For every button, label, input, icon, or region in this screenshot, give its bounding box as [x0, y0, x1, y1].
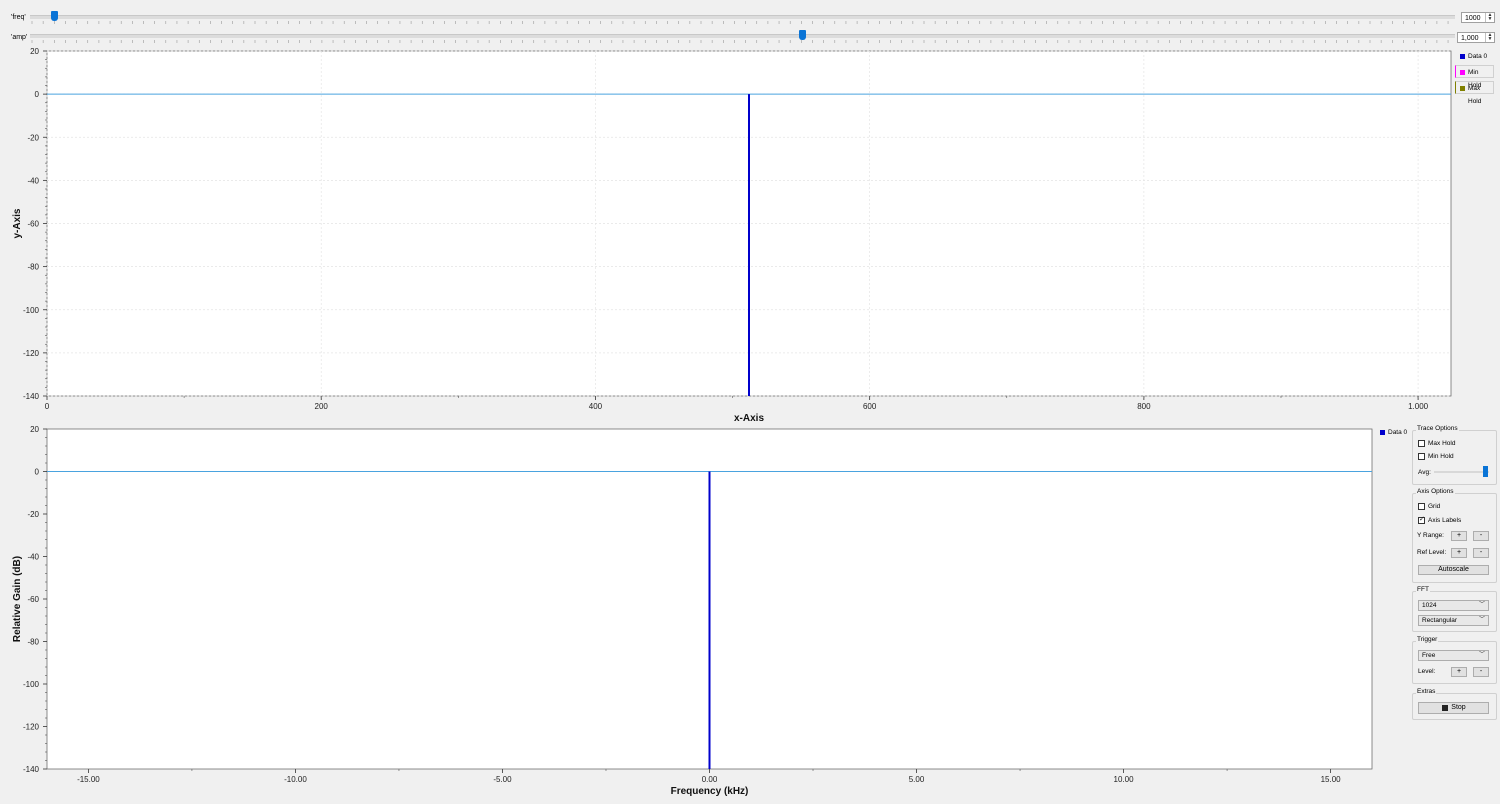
x-tick-label: 10.00	[1114, 775, 1135, 784]
fft-window-value: Rectangular	[1422, 617, 1458, 624]
amp-slider[interactable]	[30, 34, 1455, 38]
x-tick-label: 5.00	[909, 775, 925, 784]
max-hold-label: Max Hold	[1428, 440, 1456, 447]
freq-slider[interactable]	[30, 15, 1455, 19]
legend-swatch	[1460, 86, 1465, 91]
freq-slider-ticks	[31, 21, 1449, 24]
y-tick-label: -120	[23, 349, 40, 358]
y-tick-label: -40	[27, 176, 39, 185]
x-tick-label: 800	[1137, 402, 1151, 411]
axis-options-title: Axis Options	[1416, 488, 1455, 495]
y-tick-label: -140	[23, 392, 40, 401]
amp-value: 1,000	[1461, 35, 1479, 42]
axis-labels-checkbox[interactable]	[1418, 515, 1425, 524]
y-range-plus-button[interactable]: +	[1451, 531, 1467, 541]
y-tick-label: 0	[35, 90, 40, 99]
y-tick-label: -60	[27, 595, 39, 604]
legend-swatch	[1460, 54, 1465, 59]
stop-button[interactable]: Stop	[1418, 702, 1489, 714]
legend-label: Data 0	[1468, 53, 1488, 60]
trigger-group	[1412, 641, 1497, 684]
x-axis-label: Frequency (kHz)	[671, 786, 749, 797]
extras-title: Extras	[1416, 688, 1437, 695]
fft-size-select[interactable]: 1024 ﹀	[1418, 600, 1489, 611]
y-range-label: Y Range:	[1417, 532, 1444, 539]
grid-label: Grid	[1428, 503, 1441, 510]
time-plot: 200-20-40-60-80-100-120-1400 200 400 600 800…	[12, 47, 1452, 424]
trigger-mode-select[interactable]: Free ﹀	[1418, 650, 1489, 661]
y-tick-label: 20	[30, 47, 39, 56]
x-tick-label: 1.000	[1408, 402, 1429, 411]
min-hold-label: Min Hold	[1428, 453, 1454, 460]
y-tick-label: -100	[23, 680, 40, 689]
y-tick-label: -40	[27, 553, 39, 562]
trigger-title: Trigger	[1416, 636, 1439, 643]
chevron-down-icon: ﹀	[1478, 602, 1485, 608]
freq-slider-handle[interactable]	[51, 11, 58, 21]
chevron-down-icon: ﹀	[1478, 617, 1485, 623]
amp-slider-label: 'amp'	[11, 34, 28, 41]
y-tick-label: -140	[23, 765, 40, 774]
grid-checkbox[interactable]	[1418, 503, 1425, 510]
trigger-level-plus-button[interactable]: +	[1451, 667, 1467, 677]
y-tick-label: -80	[27, 263, 39, 272]
x-tick-label: -5.00	[493, 775, 512, 784]
trigger-level-label: Level:	[1418, 668, 1436, 675]
ref-level-minus-button[interactable]: -	[1473, 548, 1489, 558]
legend-swatch	[1380, 430, 1385, 435]
spin-arrows-icon[interactable]: ▲ ▼	[1485, 33, 1494, 42]
fft-title: FFT	[1416, 586, 1430, 593]
y-tick-label: -20	[27, 133, 39, 142]
x-tick-label: 15.00	[1321, 775, 1342, 784]
trigger-level-minus-button[interactable]: -	[1473, 667, 1489, 677]
max-hold-checkbox[interactable]	[1418, 440, 1425, 447]
x-tick-label: 0.00	[702, 775, 718, 784]
ref-level-plus-button[interactable]: +	[1451, 548, 1467, 558]
y-tick-label: -60	[27, 220, 39, 229]
legend-item-min-hold[interactable]: Min Hold	[1455, 65, 1494, 89]
legend-item-data0[interactable]: Data 0	[1456, 50, 1494, 63]
min-hold-checkbox[interactable]	[1418, 453, 1425, 460]
trace-options-title: Trace Options	[1416, 425, 1459, 432]
avg-slider[interactable]	[1434, 471, 1489, 473]
y-tick-label: -100	[23, 306, 40, 315]
stop-icon	[1442, 705, 1448, 711]
x-tick-label: 200	[315, 402, 329, 411]
chevron-down-icon: ﹀	[1478, 652, 1485, 658]
y-tick-label: -20	[27, 510, 39, 519]
y-tick-label: -80	[27, 638, 39, 647]
y-tick-label: 20	[30, 425, 39, 434]
y-range-minus-button[interactable]: -	[1473, 531, 1489, 541]
legend-swatch	[1460, 70, 1465, 75]
freq-value: 1000	[1465, 15, 1481, 22]
axis-labels-label: Axis Labels	[1428, 517, 1462, 524]
y-tick-label: 0	[35, 468, 40, 477]
amp-slider-handle[interactable]	[799, 30, 806, 40]
freq-slider-label: 'freq'	[11, 14, 26, 21]
trigger-mode-value: Free	[1422, 652, 1436, 659]
x-tick-label: 400	[589, 402, 603, 411]
frequency-plot: 20 0 -20 -40 -60 -80 -100 -120 -140 -15.00 -10.00 -…	[12, 425, 1373, 797]
amp-spinbox[interactable]: 1,000 ▲ ▼	[1457, 32, 1495, 43]
x-tick-label: 600	[863, 402, 877, 411]
fft-size-value: 1024	[1422, 602, 1437, 609]
avg-slider-handle[interactable]	[1483, 466, 1488, 477]
y-axis-label: y-Axis	[12, 208, 23, 238]
fft-window-select[interactable]: Rectangular ﹀	[1418, 615, 1489, 626]
spin-arrows-icon[interactable]: ▲ ▼	[1485, 13, 1494, 22]
ref-level-label: Ref Level:	[1417, 549, 1447, 556]
freq-spinbox[interactable]: 1000 ▲ ▼	[1461, 12, 1495, 23]
legend-item-data0-freq[interactable]: Data 0	[1376, 426, 1410, 439]
legend-label: Data 0	[1388, 429, 1408, 436]
x-tick-label: 0	[45, 402, 50, 411]
legend-label: Max Hold	[1468, 85, 1482, 105]
x-tick-label: -10.00	[284, 775, 307, 784]
autoscale-button[interactable]: Autoscale	[1418, 565, 1489, 575]
y-axis-label: Relative Gain (dB)	[12, 556, 23, 642]
avg-label: Avg:	[1418, 469, 1431, 476]
x-tick-label: -15.00	[77, 775, 100, 784]
y-tick-label: -120	[23, 723, 40, 732]
legend-item-max-hold[interactable]: Max Hold	[1455, 81, 1494, 105]
